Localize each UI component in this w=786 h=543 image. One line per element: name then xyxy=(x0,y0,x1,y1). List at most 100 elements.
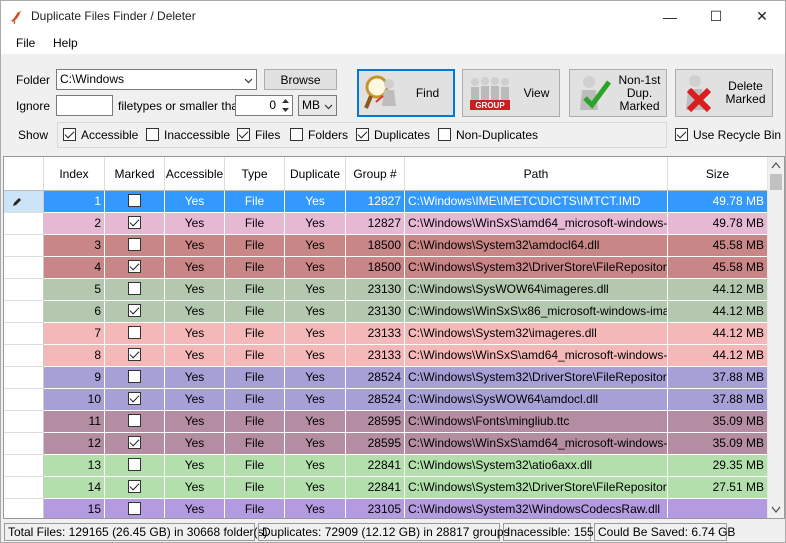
marked-checkbox[interactable] xyxy=(128,392,141,406)
table-row[interactable]: 6 Yes File Yes 23130 C:\Windows\WinSxS\x86_mi… xyxy=(4,301,768,323)
column-header-accessible[interactable]: Accessible xyxy=(165,157,225,191)
folders-checkbox[interactable] xyxy=(290,128,303,141)
marked-checkbox[interactable] xyxy=(128,304,141,318)
table-row[interactable]: 10 Yes File Yes 28524 C:\Windows\SysWOW64\amd… xyxy=(4,389,768,411)
table-row[interactable]: 9 Yes File Yes 28524 C:\Windows\System32\Driv… xyxy=(4,367,768,389)
column-header-type[interactable]: Type xyxy=(225,157,285,191)
row-header[interactable] xyxy=(4,323,44,345)
row-header[interactable] xyxy=(4,455,44,477)
minimize-button[interactable]: — xyxy=(647,1,693,32)
cell-marked xyxy=(105,345,165,367)
scroll-up-icon[interactable] xyxy=(771,161,781,169)
column-header-group[interactable]: Group # xyxy=(346,157,405,191)
cell-group: 23133 xyxy=(346,345,405,367)
row-header[interactable] xyxy=(4,301,44,323)
cell-index: 4 xyxy=(44,257,105,279)
table-row[interactable]: 14 Yes File Yes 22841 C:\Windows\System32\Dri… xyxy=(4,477,768,499)
bird-icon xyxy=(11,11,22,25)
marked-checkbox[interactable] xyxy=(128,480,141,494)
table-row[interactable]: 13 Yes File Yes 22841 C:\Windows\System32\ati… xyxy=(4,455,768,477)
cell-marked xyxy=(105,477,165,499)
marked-checkbox[interactable] xyxy=(128,282,141,296)
marked-checkbox[interactable] xyxy=(128,370,141,384)
row-header[interactable] xyxy=(4,367,44,389)
close-button[interactable]: ✕ xyxy=(739,1,785,32)
table-row[interactable]: 8 Yes File Yes 23133 C:\Windows\WinSxS\amd64_… xyxy=(4,345,768,367)
cell-path: C:\Windows\SysWOW64\imageres.dll xyxy=(405,279,668,301)
row-header[interactable] xyxy=(4,235,44,257)
table-row[interactable]: 2 Yes File Yes 12827 C:\Windows\WinSxS\amd64_… xyxy=(4,213,768,235)
cell-duplicate: Yes xyxy=(285,257,346,279)
accessible-checkbox[interactable] xyxy=(63,128,76,141)
cell-size: 45.58 MB xyxy=(668,257,768,279)
scroll-down-icon[interactable] xyxy=(771,506,781,514)
table-row[interactable]: 4 Yes File Yes 18500 C:\Windows\System32\Driv… xyxy=(4,257,768,279)
row-header[interactable] xyxy=(4,213,44,235)
column-header-duplicate[interactable]: Duplicate xyxy=(285,157,346,191)
row-header[interactable] xyxy=(4,411,44,433)
browse-button[interactable]: Browse xyxy=(264,69,337,90)
row-header[interactable] xyxy=(4,345,44,367)
marked-checkbox[interactable] xyxy=(128,238,141,252)
marked-checkbox[interactable] xyxy=(128,436,141,450)
scroll-thumb[interactable] xyxy=(770,174,782,190)
files-checkbox[interactable] xyxy=(237,128,250,141)
row-header[interactable] xyxy=(4,191,44,213)
table-row[interactable]: 15 Yes File Yes 23105 C:\Windows\System32\Win… xyxy=(4,499,768,518)
cell-type: File xyxy=(225,411,285,433)
size-unit-select[interactable]: MB xyxy=(298,95,337,116)
row-header[interactable] xyxy=(4,477,44,499)
column-header-index[interactable]: Index xyxy=(44,157,105,191)
find-button[interactable]: Find xyxy=(357,69,455,117)
table-row[interactable]: 1 Yes File Yes 12827 C:\Windows\IME\IMETC\DIC… xyxy=(4,191,768,213)
row-header[interactable] xyxy=(4,433,44,455)
mark-non-first-label: Non-1st Dup. Marked xyxy=(613,73,666,113)
menu-file[interactable]: File xyxy=(16,36,35,50)
menu-help[interactable]: Help xyxy=(53,36,78,50)
table-row[interactable]: 7 Yes File Yes 23133 C:\Windows\System32\imag… xyxy=(4,323,768,345)
table-row[interactable]: 5 Yes File Yes 23130 C:\Windows\SysWOW64\imag… xyxy=(4,279,768,301)
results-grid[interactable]: Index Marked Accessible Type Duplicate G… xyxy=(3,156,785,519)
cell-path: C:\Windows\System32\DriverStore\FileRepo… xyxy=(405,367,668,389)
cell-group: 22841 xyxy=(346,477,405,499)
marked-checkbox[interactable] xyxy=(128,414,141,428)
cell-index: 6 xyxy=(44,301,105,323)
table-row[interactable]: 3 Yes File Yes 18500 C:\Windows\System32\amdo… xyxy=(4,235,768,257)
delete-marked-button[interactable]: Delete Marked xyxy=(675,69,773,117)
inaccessible-checkbox[interactable] xyxy=(146,128,159,141)
marked-checkbox[interactable] xyxy=(128,458,141,472)
cell-duplicate: Yes xyxy=(285,213,346,235)
vertical-scrollbar[interactable] xyxy=(767,157,784,518)
maximize-button[interactable]: ☐ xyxy=(693,1,739,32)
folder-combobox[interactable]: C:\Windows xyxy=(56,69,257,90)
cell-group: 23130 xyxy=(346,301,405,323)
marked-checkbox[interactable] xyxy=(128,326,141,340)
cell-marked xyxy=(105,279,165,301)
marked-checkbox[interactable] xyxy=(128,348,141,362)
ignore-filetypes-input[interactable] xyxy=(56,95,113,116)
cell-path: C:\Windows\System32\WindowsCodecsRaw.dll xyxy=(405,499,668,518)
row-header[interactable] xyxy=(4,389,44,411)
min-size-stepper[interactable]: 0 xyxy=(235,95,293,116)
row-header[interactable] xyxy=(4,257,44,279)
table-row[interactable]: 11 Yes File Yes 28595 C:\Windows\Fonts\mingli… xyxy=(4,411,768,433)
view-button[interactable]: GROUP View xyxy=(462,69,560,117)
use-recycle-bin-checkbox[interactable] xyxy=(675,128,688,141)
cell-size: 44.12 MB xyxy=(668,345,768,367)
column-header-path[interactable]: Path xyxy=(405,157,668,191)
column-header-size[interactable]: Size xyxy=(668,157,768,191)
cell-type: File xyxy=(225,191,285,213)
row-header[interactable] xyxy=(4,499,44,518)
marked-checkbox[interactable] xyxy=(128,502,141,516)
row-header[interactable] xyxy=(4,279,44,301)
mark-non-first-button[interactable]: Non-1st Dup. Marked xyxy=(569,69,667,117)
cell-size: 44.12 MB xyxy=(668,279,768,301)
table-row[interactable]: 12 Yes File Yes 28595 C:\Windows\WinSxS\amd64… xyxy=(4,433,768,455)
marked-checkbox[interactable] xyxy=(128,216,141,230)
column-header-marked[interactable]: Marked xyxy=(105,157,165,191)
marked-checkbox[interactable] xyxy=(128,260,141,274)
duplicates-checkbox[interactable] xyxy=(356,128,369,141)
cell-duplicate: Yes xyxy=(285,367,346,389)
non-duplicates-checkbox[interactable] xyxy=(438,128,451,141)
marked-checkbox[interactable] xyxy=(128,194,141,208)
